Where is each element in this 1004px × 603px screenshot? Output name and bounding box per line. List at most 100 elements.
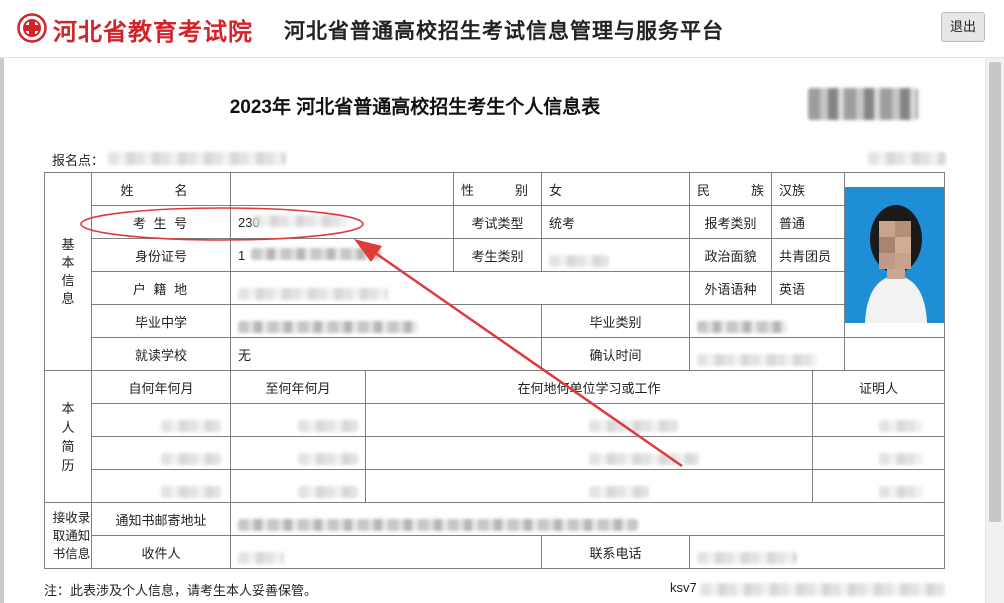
graduation-school-label: 毕业中学 — [91, 304, 231, 338]
redacted-barcode — [808, 88, 918, 120]
photo-bottom-cell — [844, 337, 946, 371]
redacted-text — [589, 486, 649, 498]
section-label-text: 接收录取通知书信息 — [52, 510, 91, 561]
basic-info-section-label: 基本信息 — [44, 172, 92, 371]
candidate-category-value — [540, 238, 691, 272]
table-row: 就读学校 无 确认时间 — [45, 337, 946, 371]
exam-type-label: 考试类型 — [453, 205, 542, 239]
exam-type-value: 统考 — [540, 205, 691, 239]
redacted-graduation-school — [238, 321, 418, 333]
table-row — [45, 469, 946, 503]
resume-col-to: 至何年何月 — [230, 370, 366, 404]
gender-label: 性 别 — [453, 172, 542, 206]
redacted-registration-site — [108, 152, 286, 165]
resume-col-where: 在何地何单位学习或工作 — [364, 370, 814, 404]
redacted-text — [298, 453, 358, 465]
redacted-exam-number — [252, 214, 349, 227]
redacted-text — [878, 420, 923, 432]
resume-col-from: 自何年何月 — [91, 370, 231, 404]
table-row: 收件人 联系电话 — [45, 535, 946, 569]
ethnicity-value: 汉族 — [771, 172, 846, 206]
name-value — [230, 172, 454, 206]
top-header: 河北省教育考试院 河北省普通高校招生考试信息管理与服务平台 退出 — [0, 0, 1004, 58]
apply-category-label: 报考类别 — [689, 205, 773, 239]
redacted-text — [589, 453, 699, 465]
redacted-text — [878, 453, 923, 465]
footer-note: 注：此表涉及个人信息，请考生本人妥善保管。 — [44, 583, 318, 598]
name-label: 姓 名 — [91, 172, 231, 206]
recipient-value — [230, 535, 542, 569]
household-label: 户 籍 地 — [91, 271, 231, 305]
table-row: 基本信息 姓 名 性 别 女 民 族 汉族 — [44, 172, 946, 371]
table-row — [45, 436, 946, 470]
redacted-household — [238, 288, 388, 300]
candidate-photo — [845, 187, 944, 323]
redacted-text — [161, 453, 221, 465]
table-row: 本人简历 自何年何月 至何年何月 在何地何单位学习或工作 证明人 — [44, 370, 946, 503]
document-title: 2023年 河北省普通高校招生考生个人信息表 — [229, 97, 601, 118]
notice-section-label: 接收录取通知书信息 — [44, 502, 92, 569]
resume-cell — [812, 469, 946, 503]
vertical-scrollbar[interactable] — [985, 58, 1004, 603]
political-status-value: 共青团员 — [771, 238, 846, 272]
resume-cell — [230, 436, 366, 470]
phone-label: 联系电话 — [540, 535, 691, 569]
table-row: 接收录取通知书信息 通知书邮寄地址 — [44, 502, 946, 569]
id-number-label: 身份证号 — [91, 238, 231, 272]
mailing-address-value — [229, 502, 946, 536]
graduation-school-value — [230, 304, 542, 338]
resume-section-label: 本人简历 — [44, 370, 92, 503]
exam-number-prefix: 23 — [238, 214, 253, 230]
logout-button[interactable]: 退出 — [941, 12, 985, 42]
resume-cell — [91, 469, 231, 503]
id-number-value: 1 — [230, 238, 454, 272]
candidate-category-label: 考生类别 — [453, 238, 542, 272]
resume-cell — [91, 436, 231, 470]
scrollbar-thumb[interactable] — [989, 62, 1001, 522]
graduation-category-label: 毕业类别 — [540, 304, 691, 338]
resume-cell — [230, 403, 366, 437]
foreign-language-value: 英语 — [771, 271, 846, 305]
resume-cell — [812, 436, 946, 470]
left-edge — [0, 58, 4, 603]
redacted-phone — [697, 552, 798, 564]
redacted-text — [161, 486, 221, 498]
redacted-text — [878, 486, 923, 498]
redacted-graduation-category — [697, 321, 788, 333]
redacted-mailing-address — [238, 519, 638, 531]
redacted-confirm-time — [697, 354, 818, 366]
resume-cell — [364, 403, 814, 437]
id-number-prefix: 1 — [238, 247, 246, 263]
resume-cell — [364, 469, 814, 503]
platform-name: 河北省普通高校招生考试信息管理与服务平台 — [284, 20, 724, 43]
footer-code: ksv7 — [670, 580, 697, 595]
foreign-language-label: 外语语种 — [689, 271, 773, 305]
household-value — [229, 271, 691, 305]
section-label-text: 本人简历 — [61, 400, 75, 473]
current-school-label: 就读学校 — [91, 337, 231, 371]
mailing-address-label: 通知书邮寄地址 — [91, 502, 231, 536]
redacted-footer-code — [700, 583, 945, 596]
resume-cell — [812, 403, 946, 437]
redacted-text — [589, 420, 679, 432]
redacted-id-number — [251, 247, 382, 260]
political-status-label: 政治面貌 — [689, 238, 773, 272]
gender-value: 女 — [540, 172, 691, 206]
table-row: 户 籍 地 外语语种 英语 — [45, 271, 945, 305]
redacted-text — [298, 486, 358, 498]
footer-code-prefix: ksv7 — [670, 580, 697, 595]
recipient-label: 收件人 — [91, 535, 231, 569]
exam-number-value: 230 — [230, 205, 454, 239]
photo-cell — [844, 172, 946, 338]
ethnicity-label: 民 族 — [689, 172, 773, 206]
photo-image — [845, 187, 944, 323]
exam-number-label: 考 生 号 — [91, 205, 231, 239]
resume-col-witness: 证明人 — [812, 370, 946, 404]
resume-cell — [364, 436, 814, 470]
registration-site-label: 报名点： — [52, 153, 105, 168]
table-row: 身份证号 1 考生类别 政治面貌 共青团员 — [45, 238, 945, 272]
graduation-category-value — [689, 304, 846, 338]
apply-category-value: 普通 — [771, 205, 846, 239]
redacted-top-right-value — [868, 152, 946, 165]
redacted-recipient — [238, 552, 284, 564]
